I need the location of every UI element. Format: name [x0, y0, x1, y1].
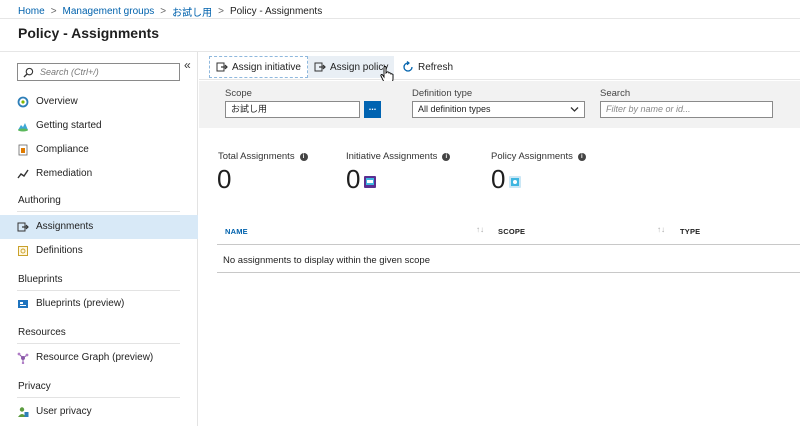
assign-icon: [314, 62, 326, 72]
empty-message: No assignments to display within the giv…: [223, 255, 431, 266]
sidebar-item-label: Compliance: [36, 144, 89, 155]
sidebar-item-label: Overview: [36, 96, 78, 107]
definition-type-label: Definition type: [412, 88, 473, 99]
column-header-name[interactable]: NAME: [225, 227, 248, 236]
sidebar-item-label: Assignments: [36, 221, 94, 232]
definition-type-value: All definition types: [418, 104, 491, 114]
breadcrumb-separator: >: [50, 5, 57, 17]
sidebar-item-blueprints[interactable]: Blueprints (preview): [0, 292, 198, 316]
scope-field[interactable]: お試し用: [225, 101, 360, 118]
breadcrumb-home-link[interactable]: Home: [18, 6, 45, 17]
sidebar-search-input[interactable]: Search (Ctrl+/): [17, 63, 180, 81]
sidebar: Search (Ctrl+/) « Overview Getting start…: [0, 52, 198, 426]
breadcrumb-separator: >: [160, 5, 167, 17]
overview-icon: [17, 96, 29, 108]
column-header-type[interactable]: TYPE: [680, 227, 700, 236]
total-assignments-label: Total Assignments i: [218, 151, 308, 162]
breadcrumb-separator: >: [218, 5, 224, 17]
sidebar-item-assignments[interactable]: Assignments: [0, 215, 198, 239]
refresh-button[interactable]: Refresh: [402, 56, 453, 78]
search-label: Search: [600, 88, 631, 99]
section-header-privacy: Privacy: [17, 380, 180, 398]
section-header-resources: Resources: [17, 326, 180, 344]
section-header-blueprints: Blueprints: [17, 273, 180, 291]
breadcrumb-management-groups-link[interactable]: Management groups: [63, 6, 155, 17]
section-header-label: Blueprints: [18, 274, 63, 285]
sidebar-item-getting-started[interactable]: Getting started: [0, 114, 198, 138]
command-toolbar: Assign initiative Assign policy Refresh: [199, 52, 800, 80]
policy-assignments-text: Policy Assignments: [491, 151, 573, 162]
cloud-icon: [18, 123, 28, 132]
sort-icon[interactable]: ↑↓: [476, 225, 484, 234]
user-privacy-icon: [18, 407, 29, 417]
sidebar-item-remediation[interactable]: Remediation: [0, 162, 198, 186]
table-empty-row: No assignments to display within the giv…: [217, 245, 800, 273]
section-header-authoring: Authoring: [17, 194, 180, 212]
refresh-label: Refresh: [418, 61, 454, 73]
definitions-icon: [18, 246, 28, 256]
assignments-icon: [17, 222, 29, 232]
filter-panel: Scope お試し用 ... Definition type All defin…: [199, 81, 800, 128]
initiative-assignments-label: Initiative Assignments i: [346, 151, 451, 162]
blueprints-icon: [18, 300, 28, 308]
info-icon[interactable]: i: [299, 152, 308, 161]
initiative-icon: [364, 176, 376, 188]
search-icon: [23, 67, 34, 78]
sidebar-item-label: Blueprints (preview): [36, 298, 125, 309]
collapse-sidebar-button[interactable]: «: [184, 58, 191, 72]
page-title: Policy - Assignments: [18, 25, 160, 41]
sidebar-item-overview[interactable]: Overview: [0, 90, 198, 114]
sidebar-item-label: Remediation: [36, 168, 93, 179]
sidebar-item-label: Resource Graph (preview): [36, 352, 154, 363]
definition-type-dropdown[interactable]: All definition types: [412, 101, 585, 118]
info-icon[interactable]: i: [442, 152, 451, 161]
sidebar-item-label: User privacy: [36, 406, 92, 417]
assign-icon: [216, 62, 228, 72]
assign-initiative-button[interactable]: Assign initiative: [209, 56, 308, 78]
sidebar-item-label: Getting started: [36, 120, 102, 131]
section-header-label: Resources: [18, 327, 66, 338]
assign-initiative-label: Assign initiative: [232, 61, 301, 73]
info-icon[interactable]: i: [577, 152, 586, 161]
title-bar: Policy - Assignments: [0, 18, 800, 52]
column-header-scope[interactable]: SCOPE: [498, 227, 525, 236]
policy-assignments-count: 0: [491, 164, 506, 194]
sidebar-item-compliance[interactable]: Compliance: [0, 138, 198, 162]
filter-search-input[interactable]: Filter by name or id...: [600, 101, 773, 118]
section-header-label: Privacy: [18, 381, 51, 392]
sidebar-item-label: Definitions: [36, 245, 83, 256]
sidebar-item-resource-graph[interactable]: Resource Graph (preview): [0, 346, 198, 370]
scope-picker-button[interactable]: ...: [364, 101, 381, 118]
total-assignments-count: 0: [217, 164, 232, 194]
sort-icon[interactable]: ↑↓: [657, 225, 665, 234]
resource-graph-icon: [17, 352, 29, 364]
search-placeholder: Search (Ctrl+/): [40, 67, 99, 77]
section-header-label: Authoring: [18, 195, 61, 206]
breadcrumb-group-link[interactable]: お試し用: [172, 4, 212, 19]
sidebar-item-definitions[interactable]: Definitions: [0, 239, 198, 263]
breadcrumb: Home > Management groups > お試し用 > Policy…: [18, 4, 323, 19]
breadcrumb-current: Policy - Assignments: [229, 5, 323, 17]
chevron-down-icon: [570, 107, 579, 112]
policy-icon: [509, 176, 521, 188]
refresh-icon: [403, 61, 413, 72]
sidebar-item-user-privacy[interactable]: User privacy: [0, 400, 198, 424]
total-assignments-text: Total Assignments: [218, 151, 295, 162]
compliance-icon: [18, 144, 28, 156]
policy-assignments-label: Policy Assignments i: [491, 151, 586, 162]
scope-label: Scope: [225, 88, 252, 99]
table-header: NAME ↑↓ SCOPE ↑↓ TYPE: [217, 218, 800, 245]
initiative-assignments-text: Initiative Assignments: [346, 151, 438, 162]
remediation-icon: [17, 169, 29, 179]
initiative-assignments-count: 0: [346, 164, 361, 194]
